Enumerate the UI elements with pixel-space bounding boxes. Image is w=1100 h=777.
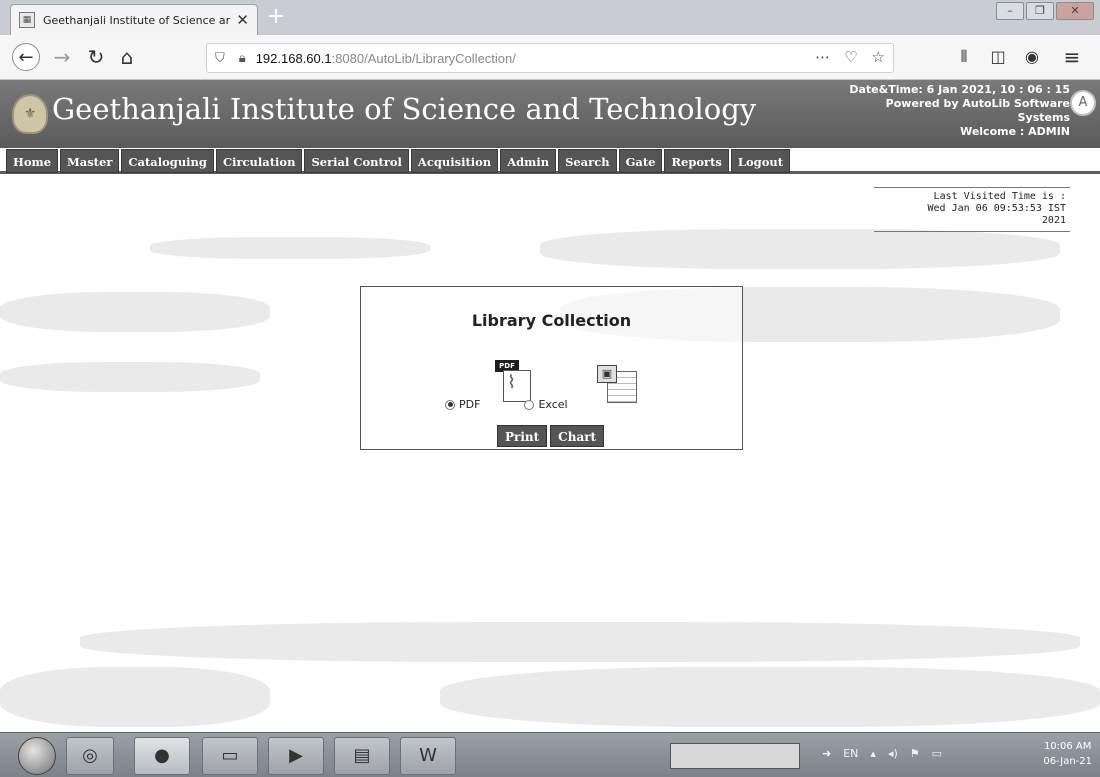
- start-button[interactable]: [18, 737, 56, 775]
- volume-icon[interactable]: ◂): [888, 747, 898, 760]
- clock-date: 06-Jan-21: [1043, 756, 1092, 767]
- menu-master[interactable]: Master: [60, 149, 120, 173]
- scan-noise: [540, 229, 1060, 269]
- explorer-taskbar-icon[interactable]: ▭: [202, 737, 258, 775]
- last-visited-info: Last Visited Time is : Wed Jan 06 09:53:…: [874, 187, 1070, 232]
- sidebar-icon[interactable]: ◫: [984, 43, 1012, 71]
- panel-title: Library Collection: [471, 311, 632, 330]
- maximize-icon[interactable]: ❐: [1026, 2, 1054, 20]
- excel-radio-label[interactable]: Excel: [538, 398, 567, 411]
- menu-logout[interactable]: Logout: [730, 149, 791, 173]
- taskbar-app-icon[interactable]: ◎: [66, 737, 114, 775]
- scan-noise: [0, 667, 270, 727]
- last-visited-value: Wed Jan 06 09:53:53 IST: [927, 203, 1066, 214]
- pocket-icon[interactable]: ♡: [844, 48, 857, 66]
- system-tray: ➜ EN ▴ ◂) ⚑ ▭: [822, 747, 942, 760]
- powered-by-text: Powered by AutoLib Software: [885, 97, 1070, 110]
- menu-home[interactable]: Home: [6, 149, 59, 173]
- pdf-radio[interactable]: [445, 399, 455, 410]
- format-options: PDF Excel: [445, 398, 612, 411]
- window-close-icon[interactable]: ✕: [1056, 2, 1094, 20]
- main-menu-bar: Home Master Cataloguing Circulation Seri…: [0, 148, 1100, 174]
- welcome-text: Welcome : ADMIN: [960, 125, 1070, 138]
- favicon-icon: ▦: [19, 12, 35, 28]
- home-icon[interactable]: ⌂: [113, 43, 141, 71]
- chevron-up-icon[interactable]: ▴: [870, 747, 876, 760]
- url-host: 192.168.60.1: [255, 50, 332, 66]
- scan-noise: [80, 622, 1080, 662]
- header-info: Date&Time: 6 Jan 2021, 10 : 06 : 15 Powe…: [849, 83, 1070, 139]
- os-taskbar: ◎ ● ▭ ▶ ▤ W ➜ EN ▴ ◂) ⚑ ▭ 10:06 AM 06-Ja…: [0, 732, 1100, 777]
- scan-noise: [150, 237, 430, 259]
- pdf-radio-label[interactable]: PDF: [459, 398, 480, 411]
- page-actions-icon[interactable]: ⋯: [815, 48, 830, 66]
- address-bar[interactable]: ⛉ 🔒︎ 192.168.60.1 :8080/AutoLib/LibraryC…: [206, 43, 894, 73]
- panel-actions: Print Chart: [497, 425, 605, 447]
- menu-acquisition[interactable]: Acquisition: [410, 149, 499, 173]
- menu-circulation[interactable]: Circulation: [215, 149, 303, 173]
- reload-icon[interactable]: ↻: [82, 43, 110, 71]
- excel-radio[interactable]: [524, 399, 535, 410]
- arrow-icon[interactable]: ➜: [822, 747, 831, 760]
- insecure-lock-icon[interactable]: 🔒︎: [239, 51, 246, 66]
- minimize-icon[interactable]: –: [996, 2, 1024, 20]
- menu-reports[interactable]: Reports: [664, 149, 729, 173]
- language-indicator[interactable]: EN: [843, 747, 858, 760]
- new-tab-icon[interactable]: +: [262, 6, 290, 30]
- browser-tab[interactable]: ▦ Geethanjali Institute of Science and T…: [10, 4, 258, 35]
- clock-time: 10:06 AM: [1043, 741, 1092, 752]
- tab-title: Geethanjali Institute of Science and Tec…: [43, 13, 231, 27]
- institution-logo: ⚜: [12, 94, 48, 134]
- library-icon[interactable]: ⫴: [950, 43, 978, 71]
- menu-admin[interactable]: Admin: [500, 149, 557, 173]
- datetime-text: Date&Time: 6 Jan 2021, 10 : 06 : 15: [849, 83, 1070, 96]
- autolib-logo: A: [1070, 90, 1096, 116]
- scan-noise: [440, 667, 1100, 727]
- last-visited-label: Last Visited Time is :: [933, 191, 1066, 202]
- main-content: Last Visited Time is : Wed Jan 06 09:53:…: [0, 177, 1100, 732]
- scan-noise: [0, 292, 270, 332]
- window-controls: – ❐ ✕: [994, 2, 1094, 22]
- main-menu: Home Master Cataloguing Circulation Seri…: [6, 149, 791, 173]
- tab-close-icon[interactable]: ✕: [236, 12, 249, 28]
- flag-icon[interactable]: ⚑: [910, 747, 920, 760]
- scan-noise: [0, 362, 260, 392]
- account-icon[interactable]: ◉: [1018, 43, 1046, 71]
- library-collection-panel: Library Collection PDF ⌇ ▣ PDF Excel Pri…: [360, 286, 743, 450]
- menu-serial-control[interactable]: Serial Control: [304, 149, 409, 173]
- menu-gate[interactable]: Gate: [618, 149, 663, 173]
- star-icon[interactable]: ☆: [872, 48, 885, 66]
- chart-button[interactable]: Chart: [550, 425, 605, 447]
- menu-cataloguing[interactable]: Cataloguing: [121, 149, 214, 173]
- powered-by-text-2: Systems: [1017, 111, 1070, 124]
- shield-icon[interactable]: ⛉: [215, 51, 225, 66]
- word-taskbar-icon[interactable]: W: [400, 737, 456, 775]
- media-player-taskbar-icon[interactable]: ▶: [268, 737, 324, 775]
- menu-search[interactable]: Search: [558, 149, 617, 173]
- back-arrow-icon[interactable]: ←: [12, 43, 40, 71]
- app-header: ⚜ Geethanjali Institute of Science and T…: [0, 80, 1100, 148]
- network-icon[interactable]: ▭: [932, 747, 942, 760]
- firefox-taskbar-icon[interactable]: ●: [134, 737, 190, 775]
- screen: ▦ Geethanjali Institute of Science and T…: [0, 0, 1100, 777]
- browser-tabstrip: ▦ Geethanjali Institute of Science and T…: [0, 0, 1100, 35]
- url-path: :8080/AutoLib/LibraryCollection/: [331, 50, 516, 66]
- print-button[interactable]: Print: [497, 425, 548, 447]
- acrobat-glyph-icon: ⌇: [507, 372, 516, 393]
- hamburger-icon[interactable]: ≡: [1058, 43, 1086, 71]
- excel-badge: ▣: [597, 365, 617, 383]
- forward-arrow-icon[interactable]: →: [48, 43, 76, 71]
- app-taskbar-icon[interactable]: ▤: [334, 737, 390, 775]
- notification-box: [670, 743, 800, 769]
- institution-name: Geethanjali Institute of Science and Tec…: [52, 92, 757, 126]
- browser-navbar: ← → ↻ ⌂ ⛉ 🔒︎ 192.168.60.1 :8080/AutoLib/…: [0, 35, 1100, 80]
- last-visited-value-year: 2021: [1041, 215, 1066, 226]
- taskbar-clock[interactable]: 10:06 AM 06-Jan-21: [1043, 739, 1092, 769]
